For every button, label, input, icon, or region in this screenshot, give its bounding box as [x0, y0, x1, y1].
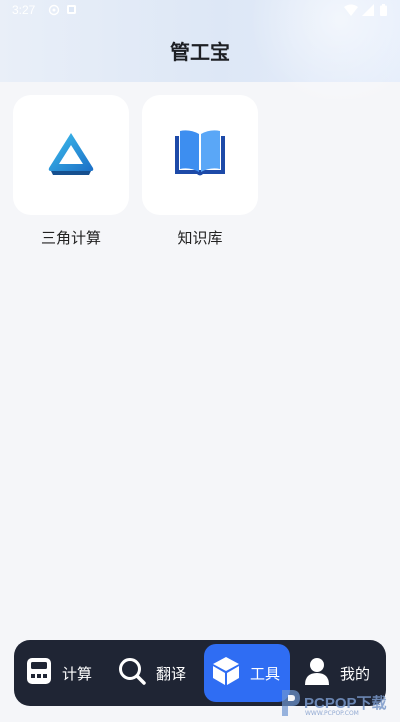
page-title: 管工宝: [170, 40, 230, 64]
book-icon: [173, 128, 227, 182]
nav-label: 翻译: [156, 664, 187, 683]
nav-calc[interactable]: 计算: [26, 644, 92, 702]
wifi-icon: [344, 4, 358, 19]
battery-icon: [380, 4, 387, 19]
nav-label: 我的: [340, 664, 371, 683]
cube-icon: [212, 656, 240, 690]
notification-icon: [66, 4, 77, 18]
nav-label: 工具: [250, 664, 281, 683]
watermark-logo-icon: [278, 688, 302, 722]
nav-translate[interactable]: 翻译: [118, 644, 186, 702]
status-time: 3:27: [12, 3, 36, 17]
tool-label: 三角计算: [40, 229, 101, 247]
calculator-icon: [26, 657, 52, 689]
user-icon: [304, 657, 330, 689]
tool-label: 知识库: [177, 229, 223, 247]
tool-tile-box[interactable]: [13, 95, 129, 215]
status-bar: 3:27: [0, 0, 400, 22]
signal-icon: [362, 4, 374, 19]
watermark: PCPOP下载 WWW.PCPOP.COM: [276, 686, 400, 720]
tool-knowledge-base[interactable]: 知识库: [142, 95, 258, 248]
watermark-url: WWW.PCPOP.COM: [305, 710, 359, 717]
tool-triangle-calc[interactable]: 三角计算: [13, 95, 129, 248]
tool-tile-box[interactable]: [142, 95, 258, 215]
nav-label: 计算: [62, 664, 93, 683]
sync-icon: [48, 4, 60, 19]
triangle-icon: [46, 130, 96, 180]
search-icon: [118, 657, 146, 689]
